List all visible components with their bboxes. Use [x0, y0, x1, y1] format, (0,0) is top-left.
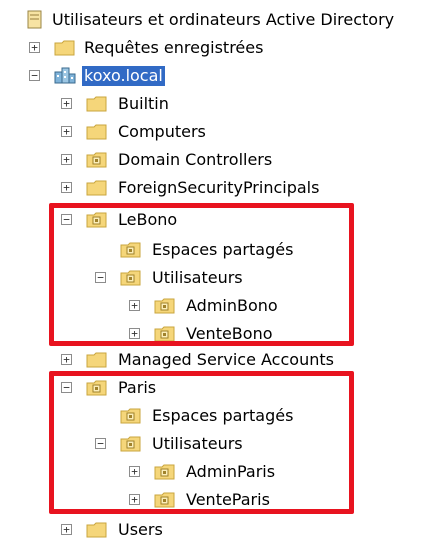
tree-node-label: Utilisateurs et ordinateurs Active Direc…	[52, 10, 395, 29]
tree-node-label: Computers	[118, 122, 206, 141]
expand-icon[interactable]: +	[61, 154, 72, 165]
expand-icon[interactable]: +	[61, 126, 72, 137]
folder-icon	[54, 38, 76, 58]
folder-icon	[86, 122, 108, 142]
tree-node-label: Domain Controllers	[118, 150, 273, 169]
expand-icon[interactable]: +	[61, 354, 72, 365]
expand-icon[interactable]: +	[61, 182, 72, 193]
expand-icon[interactable]: +	[29, 42, 40, 53]
tree-node-label: Users	[118, 520, 163, 539]
folder-icon	[86, 94, 108, 114]
folder-icon	[86, 520, 108, 540]
expand-icon[interactable]: +	[61, 98, 72, 109]
collapse-icon[interactable]: −	[29, 70, 40, 81]
tree-node-label: Managed Service Accounts	[118, 350, 334, 369]
expand-icon[interactable]: +	[61, 524, 72, 535]
folder-icon	[86, 350, 108, 370]
tree-node-label: Requêtes enregistrées	[84, 38, 264, 57]
domain-icon	[54, 66, 76, 86]
folder-icon	[86, 178, 108, 198]
ad-console-icon	[24, 10, 46, 30]
ou-icon	[86, 150, 108, 170]
highlight-box-paris	[49, 371, 354, 514]
ad-tree-view[interactable]: Utilisateurs et ordinateurs Active Direc…	[0, 0, 426, 549]
highlight-box-lebono	[49, 203, 354, 346]
tree-node-label: Builtin	[118, 94, 169, 113]
tree-node-label: koxo.local	[82, 66, 165, 86]
tree-node-label: ForeignSecurityPrincipals	[118, 178, 320, 197]
